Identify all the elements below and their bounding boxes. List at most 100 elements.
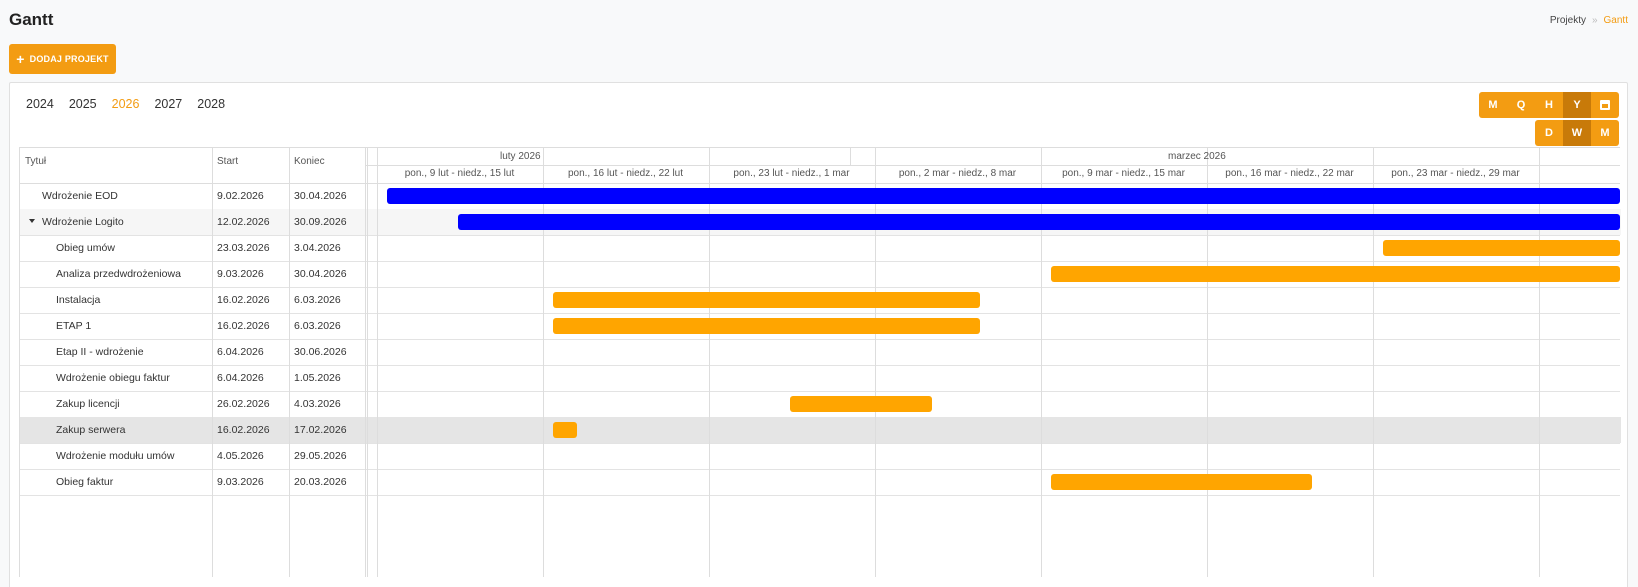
task-title: Obieg umów xyxy=(56,242,115,254)
column-divider xyxy=(365,148,366,577)
task-title: Zakup licencji xyxy=(56,398,120,410)
task-start: 6.04.2026 xyxy=(217,372,264,384)
task-bar[interactable] xyxy=(387,188,1620,204)
week-label: pon., 9 mar - niedz., 15 mar xyxy=(1062,168,1185,179)
view-mode-buttons: MQHY xyxy=(1479,92,1619,118)
task-start: 12.02.2026 xyxy=(217,216,270,228)
zoom-m-button[interactable]: M xyxy=(1591,120,1619,146)
column-divider xyxy=(1041,148,1042,577)
task-row[interactable]: Obieg umów 23.03.2026 3.04.2026 xyxy=(20,235,1621,261)
task-start: 6.04.2026 xyxy=(217,346,264,358)
column-divider xyxy=(543,148,544,577)
view-h-button[interactable]: H xyxy=(1535,92,1563,118)
task-bar[interactable] xyxy=(458,214,1620,230)
column-header-start[interactable]: Start xyxy=(217,156,238,167)
year-2026[interactable]: 2026 xyxy=(112,97,140,111)
breadcrumb-projekty-link[interactable]: Projekty xyxy=(1550,15,1586,26)
task-start: 16.02.2026 xyxy=(217,424,270,436)
zoom-buttons: DWM xyxy=(1535,120,1619,146)
view-y-button[interactable]: Y xyxy=(1563,92,1591,118)
task-bar[interactable] xyxy=(553,292,980,308)
task-bar[interactable] xyxy=(1383,240,1620,256)
column-divider xyxy=(1207,148,1208,577)
task-bar[interactable] xyxy=(553,422,577,438)
task-end: 30.06.2026 xyxy=(294,346,347,358)
add-project-label: DODAJ PROJEKT xyxy=(29,54,109,64)
task-title: Wdrożenie modułu umów xyxy=(56,450,175,462)
column-divider xyxy=(289,148,290,577)
week-label: pon., 9 lut - niedz., 15 lut xyxy=(404,168,515,179)
task-row[interactable]: Wdrożenie obiegu faktur 6.04.2026 1.05.202… xyxy=(20,365,1621,391)
task-row[interactable]: Obieg faktur 9.03.2026 20.03.2026 xyxy=(20,469,1621,495)
task-bar[interactable] xyxy=(1051,474,1312,490)
month-divider xyxy=(850,148,851,165)
gantt-grid: Tytuł Start Koniec Wdrożenie EOD 9.02.202… xyxy=(19,147,1621,577)
week-label: pon., 23 mar - niedz., 29 mar xyxy=(1391,168,1520,179)
task-end: 30.04.2026 xyxy=(294,190,347,202)
year-2028[interactable]: 2028 xyxy=(197,97,225,111)
task-bar[interactable] xyxy=(1051,266,1620,282)
task-title: Etap II - wdrożenie xyxy=(56,346,144,358)
task-end: 6.03.2026 xyxy=(294,294,341,306)
task-end: 17.02.2026 xyxy=(294,424,347,436)
task-title: Wdrożenie Logito xyxy=(42,216,124,228)
task-title: Obieg faktur xyxy=(56,476,114,488)
header-divider xyxy=(366,165,1620,166)
task-start: 9.03.2026 xyxy=(217,476,264,488)
calendar-button[interactable] xyxy=(1591,92,1619,118)
task-end: 1.05.2026 xyxy=(294,372,341,384)
year-selector: 2024 2025 2026 2027 2028 xyxy=(26,97,225,111)
gantt-card: 2024 2025 2026 2027 2028 MQHY DWM Tytuł Star… xyxy=(9,82,1628,587)
task-start: 9.03.2026 xyxy=(217,268,264,280)
header-divider xyxy=(20,183,1620,184)
breadcrumb: Projekty » Gantt xyxy=(1550,15,1628,26)
column-divider xyxy=(1539,148,1540,577)
week-label: pon., 16 mar - niedz., 22 mar xyxy=(1225,168,1354,179)
task-title: Wdrożenie EOD xyxy=(42,190,118,202)
task-row[interactable]: Etap II - wdrożenie 6.04.2026 30.06.2026 xyxy=(20,339,1621,365)
week-label: pon., 23 lut - niedz., 1 mar xyxy=(733,168,850,179)
task-row[interactable]: Zakup serwera 16.02.2026 17.02.2026 xyxy=(20,417,1621,443)
task-start: 16.02.2026 xyxy=(217,320,270,332)
task-end: 20.03.2026 xyxy=(294,476,347,488)
column-divider xyxy=(709,148,710,577)
breadcrumb-current: Gantt xyxy=(1603,15,1628,26)
task-start: 26.02.2026 xyxy=(217,398,270,410)
week-label: pon., 2 mar - niedz., 8 mar xyxy=(898,168,1017,179)
page-title: Gantt xyxy=(9,10,54,29)
task-start: 16.02.2026 xyxy=(217,294,270,306)
column-header-title[interactable]: Tytuł xyxy=(25,156,46,167)
task-title: ETAP 1 xyxy=(56,320,92,332)
task-title: Wdrożenie obiegu faktur xyxy=(56,372,170,384)
task-end: 30.04.2026 xyxy=(294,268,347,280)
task-row[interactable]: Wdrożenie modułu umów 4.05.2026 29.05.2026 xyxy=(20,443,1621,469)
week-label: pon., 16 lut - niedz., 22 lut xyxy=(567,168,684,179)
calendar-icon xyxy=(1600,100,1610,110)
breadcrumb-separator: » xyxy=(1591,15,1598,26)
task-end: 4.03.2026 xyxy=(294,398,341,410)
year-2027[interactable]: 2027 xyxy=(154,97,182,111)
task-end: 6.03.2026 xyxy=(294,320,341,332)
column-divider xyxy=(212,148,213,577)
task-bar[interactable] xyxy=(553,318,980,334)
view-q-button[interactable]: Q xyxy=(1507,92,1535,118)
task-title: Analiza przedwdrożeniowa xyxy=(56,268,181,280)
caret-down-icon[interactable] xyxy=(29,219,35,223)
year-2024[interactable]: 2024 xyxy=(26,97,54,111)
column-divider xyxy=(1373,148,1374,577)
task-start: 23.03.2026 xyxy=(217,242,270,254)
plus-icon: + xyxy=(16,51,25,67)
zoom-d-button[interactable]: D xyxy=(1535,120,1563,146)
view-m-button[interactable]: M xyxy=(1479,92,1507,118)
task-title: Zakup serwera xyxy=(56,424,126,436)
task-start: 9.02.2026 xyxy=(217,190,264,202)
year-2025[interactable]: 2025 xyxy=(69,97,97,111)
add-project-button[interactable]: + DODAJ PROJEKT xyxy=(9,44,116,74)
column-divider xyxy=(875,148,876,577)
zoom-w-button[interactable]: W xyxy=(1563,120,1591,146)
column-divider xyxy=(367,148,368,577)
column-divider xyxy=(377,148,378,577)
task-bar[interactable] xyxy=(790,396,933,412)
row-divider xyxy=(20,495,1620,496)
column-header-end[interactable]: Koniec xyxy=(294,156,325,167)
